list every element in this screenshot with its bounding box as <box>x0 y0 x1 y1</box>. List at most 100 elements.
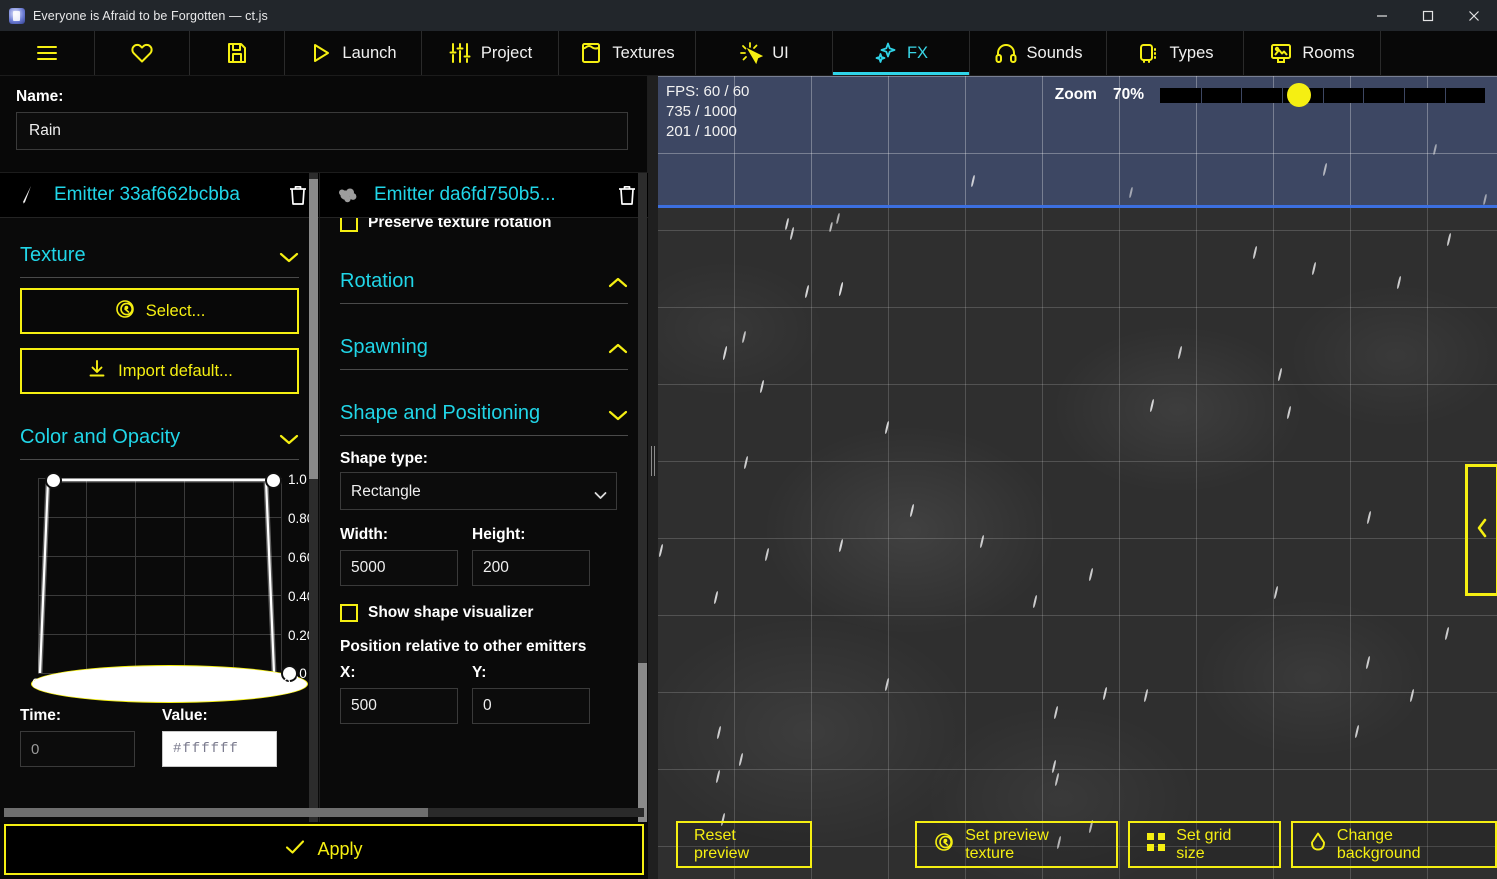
trash-icon[interactable] <box>616 183 638 207</box>
preserve-texture-rotation-row[interactable]: Preserve texture rotation <box>340 218 628 232</box>
select-texture-label: Select... <box>145 301 206 320</box>
save-button[interactable] <box>190 31 285 75</box>
name-input[interactable] <box>16 112 628 150</box>
tab-sounds[interactable]: Sounds <box>970 31 1107 75</box>
opacity-curve-plot[interactable] <box>38 478 282 674</box>
position-heading: Position relative to other emitters <box>340 638 587 655</box>
zoom-slider[interactable] <box>1160 82 1485 107</box>
chevron-left-icon <box>1475 517 1489 544</box>
time-label: Time: <box>20 707 62 724</box>
tab-textures[interactable]: Textures <box>559 31 696 75</box>
zoom-slider-thumb[interactable] <box>1287 82 1311 107</box>
fx-preview-canvas[interactable]: FPS: 60 / 60 735 / 1000 201 / 1000 Zoom … <box>658 76 1497 879</box>
droplet-icon <box>1309 831 1327 858</box>
chevron-down-icon[interactable] <box>608 408 628 420</box>
section-texture-title: Texture <box>20 244 86 266</box>
section-shape-header[interactable]: Shape and Positioning <box>340 380 628 435</box>
shape-type-select[interactable]: Rectangle <box>340 472 617 510</box>
preview-horizon-line <box>658 205 1497 208</box>
emitter-a-scroll: Texture Select... Import default... Colo… <box>0 218 319 879</box>
maximize-icon[interactable] <box>1405 0 1451 31</box>
favorite-button[interactable] <box>95 31 190 75</box>
grid-squares-icon <box>1146 832 1166 857</box>
change-background-button[interactable]: Change background <box>1290 821 1497 868</box>
set-grid-size-button[interactable]: Set grid size <box>1128 821 1281 868</box>
launch-label: Launch <box>342 43 397 62</box>
reset-preview-button[interactable]: Reset preview <box>676 821 813 868</box>
tab-rooms[interactable]: Rooms <box>1244 31 1381 75</box>
menu-button[interactable] <box>0 31 95 75</box>
tab-types[interactable]: Types <box>1107 31 1244 75</box>
editor-horizontal-scrollbar[interactable] <box>4 808 644 817</box>
opacity-curve-line <box>38 478 277 674</box>
show-shape-visualizer-checkbox[interactable] <box>340 604 358 622</box>
sparkles-icon <box>874 41 898 65</box>
chevron-down-icon[interactable] <box>279 432 299 444</box>
curve-handle[interactable] <box>265 472 282 489</box>
close-icon[interactable] <box>1451 0 1497 31</box>
apply-bar: Apply <box>0 822 648 879</box>
divider <box>20 277 299 278</box>
section-shape-title: Shape and Positioning <box>340 402 541 424</box>
tab-ui[interactable]: UI <box>696 31 833 75</box>
robot-icon <box>1136 41 1160 65</box>
fps-readout: FPS: 60 / 60 <box>666 83 750 100</box>
sounds-label: Sounds <box>1026 43 1083 62</box>
set-grid-size-label: Set grid size <box>1176 826 1232 862</box>
download-icon <box>86 358 108 385</box>
chevron-up-icon[interactable] <box>608 342 628 354</box>
heart-icon <box>130 41 154 65</box>
section-rotation-header[interactable]: Rotation <box>340 248 628 303</box>
window-titlebar: Everyone is Afraid to be Forgotten — ct.… <box>0 0 1497 31</box>
apply-button[interactable]: Apply <box>4 824 644 875</box>
headphones-icon <box>994 41 1018 65</box>
position-x-input[interactable] <box>340 688 458 724</box>
shape-type-select-wrap[interactable]: Rectangle <box>340 472 617 510</box>
trash-icon[interactable] <box>287 183 309 207</box>
emitter-a-header[interactable]: Emitter 33af662bcbba <box>0 173 319 218</box>
chevron-down-icon[interactable] <box>279 250 299 262</box>
launch-button[interactable]: Launch <box>285 31 422 75</box>
import-default-button[interactable]: Import default... <box>20 348 299 394</box>
divider <box>20 459 299 460</box>
emitter-a-scrollbar-thumb[interactable] <box>309 179 318 479</box>
xtick: 0.20 <box>72 676 99 691</box>
preserve-texture-rotation-checkbox[interactable] <box>340 218 358 232</box>
texture-select-icon <box>114 298 136 325</box>
minimize-icon[interactable] <box>1359 0 1405 31</box>
set-preview-texture-button[interactable]: Set preview texture <box>915 821 1119 868</box>
select-texture-button[interactable]: Select... <box>20 288 299 334</box>
emitter-b-header[interactable]: Emitter da6fd750b5... <box>320 173 648 218</box>
particle-counter-1: 735 / 1000 <box>666 103 737 120</box>
time-input[interactable] <box>20 731 135 767</box>
shape-type-label: Shape type: <box>340 450 428 467</box>
curve-handle[interactable] <box>45 472 62 489</box>
section-texture-header[interactable]: Texture <box>20 232 299 277</box>
opacity-curve-editor[interactable]: 1.0 0.80 0.60 0.40 0.20 0.0 0.0 0.20 0.4… <box>20 470 314 703</box>
panel-splitter[interactable] <box>648 76 658 879</box>
show-shape-visualizer-row[interactable]: Show shape visualizer <box>340 604 628 622</box>
check-icon <box>285 839 305 860</box>
xtick: 1.0 <box>272 676 291 691</box>
color-value-input[interactable] <box>162 731 277 767</box>
textures-label: Textures <box>612 43 675 62</box>
height-label: Height: <box>472 526 526 543</box>
splitter-grip[interactable] <box>651 446 655 476</box>
section-color-header[interactable]: Color and Opacity <box>20 408 299 459</box>
width-input[interactable] <box>340 550 458 586</box>
editor-horizontal-scrollbar-thumb[interactable] <box>4 808 428 817</box>
save-floppy-icon <box>225 41 249 65</box>
position-y-input[interactable] <box>472 688 590 724</box>
tab-project[interactable]: Project <box>422 31 559 75</box>
tab-fx[interactable]: FX <box>833 31 970 75</box>
position-fields: X: Y: <box>340 664 628 724</box>
xtick: 0.80 <box>218 676 245 691</box>
collapse-side-panel-button[interactable] <box>1465 464 1497 596</box>
section-spawning-header[interactable]: Spawning <box>340 314 628 369</box>
zoom-value: 70% <box>1112 86 1144 103</box>
hamburger-menu-icon <box>35 41 59 65</box>
ctjs-logo-icon <box>9 7 25 24</box>
height-input[interactable] <box>472 550 590 586</box>
chevron-up-icon[interactable] <box>608 276 628 288</box>
preserve-texture-rotation-label: Preserve texture rotation <box>368 218 552 231</box>
